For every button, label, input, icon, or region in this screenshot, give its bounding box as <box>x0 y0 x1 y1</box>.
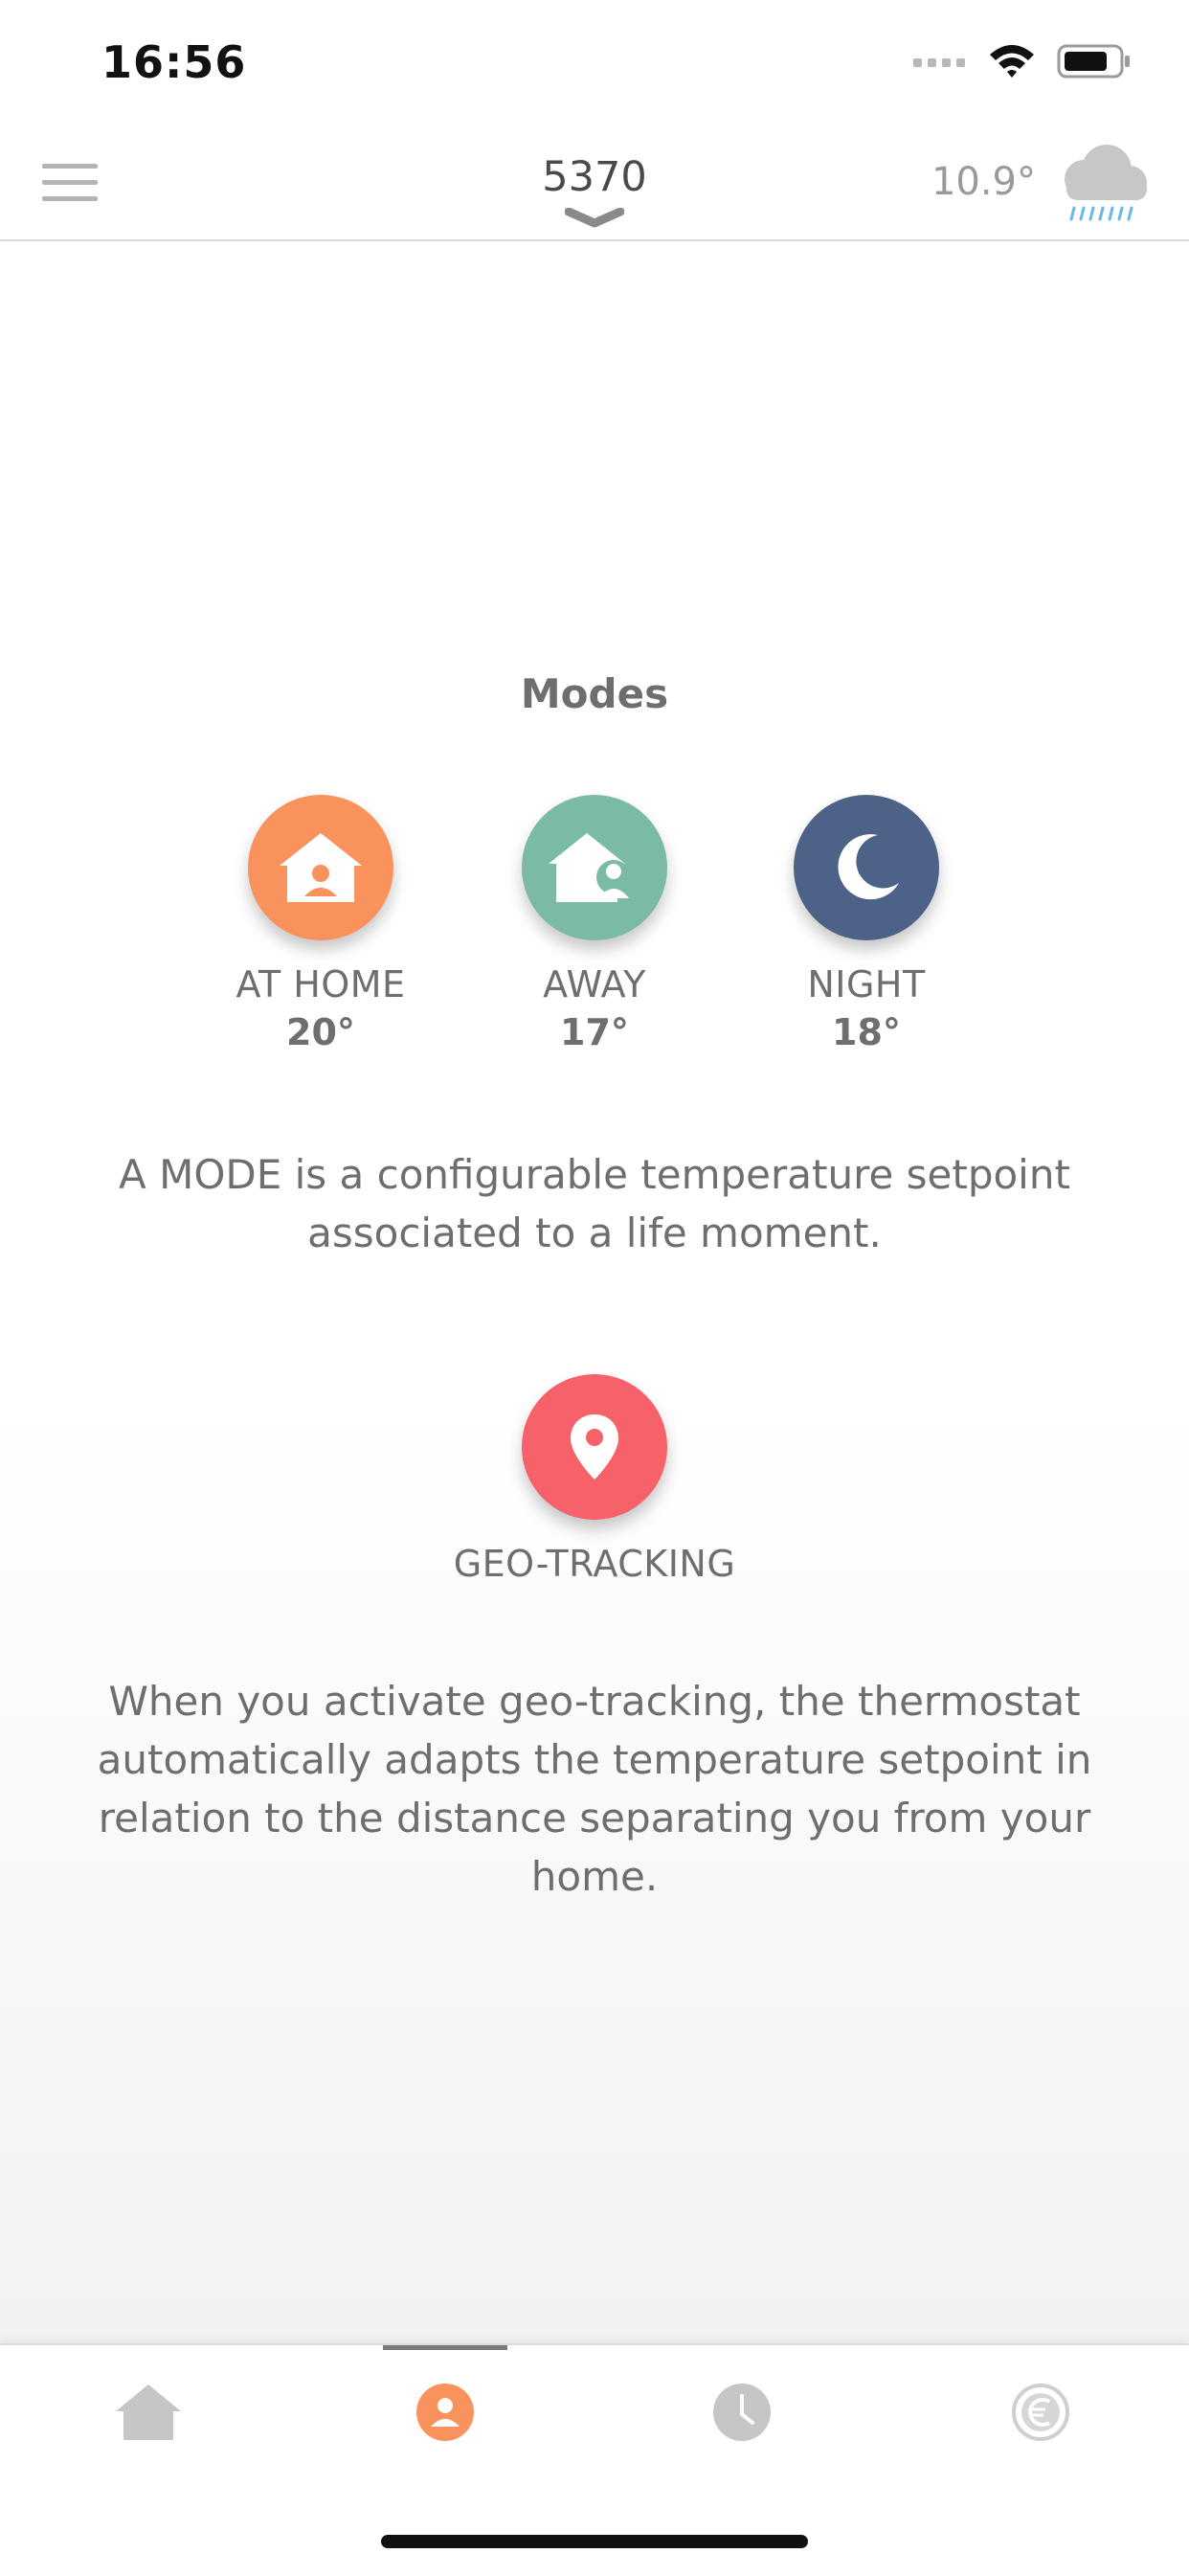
home-away-icon <box>549 833 631 902</box>
tab-schedule[interactable] <box>594 2345 890 2479</box>
app-header: 5370 10.9° <box>0 129 1189 241</box>
tab-home[interactable] <box>0 2345 297 2479</box>
geo-tracking-label: GEO-TRACKING <box>453 1543 736 1585</box>
signal-icon <box>913 58 965 67</box>
cloud-rain-icon <box>1065 145 1147 221</box>
mode-night-temp: 18° <box>832 1011 901 1053</box>
mode-at-home-button[interactable] <box>248 795 393 940</box>
tab-savings[interactable] <box>892 2345 1189 2479</box>
mode-away[interactable]: AWAY 17° <box>456 795 733 1053</box>
modes-description: A MODE is a configurable temperature set… <box>119 1151 1070 1256</box>
mode-at-home[interactable]: AT HOME 20° <box>182 795 460 1053</box>
clock-icon <box>713 2384 771 2441</box>
location-pin-icon <box>571 1414 618 1480</box>
status-time: 16:56 <box>101 36 247 88</box>
mode-night-label: NIGHT <box>807 963 926 1006</box>
mode-at-home-temp: 20° <box>286 1011 355 1053</box>
weather-temperature: 10.9° <box>931 160 1036 204</box>
euro-icon <box>1012 2384 1069 2441</box>
chevron-down-icon[interactable] <box>565 208 624 229</box>
status-bar: 16:56 <box>0 0 1189 129</box>
modes-title: Modes <box>520 670 669 717</box>
status-icons <box>913 43 1132 79</box>
tab-modes[interactable] <box>297 2345 594 2479</box>
mode-away-button[interactable] <box>522 795 667 940</box>
geo-tracking[interactable]: GEO-TRACKING <box>383 1374 806 1585</box>
house-icon <box>116 2384 181 2440</box>
person-icon <box>416 2384 474 2441</box>
mode-night[interactable]: NIGHT 18° <box>728 795 1005 1053</box>
geo-tracking-button[interactable] <box>522 1374 667 1520</box>
home-person-icon <box>280 833 362 902</box>
main-content <box>0 241 1189 2343</box>
geo-tracking-description: When you activate geo-tracking, the ther… <box>97 1678 1092 1900</box>
battery-icon <box>1057 44 1130 79</box>
home-indicator <box>381 2535 808 2548</box>
mode-night-button[interactable] <box>794 795 939 940</box>
mode-away-label: AWAY <box>543 963 646 1006</box>
mode-at-home-label: AT HOME <box>236 963 406 1006</box>
mode-away-temp: 17° <box>560 1011 629 1053</box>
moon-icon <box>838 834 899 900</box>
wifi-icon <box>990 45 1034 78</box>
